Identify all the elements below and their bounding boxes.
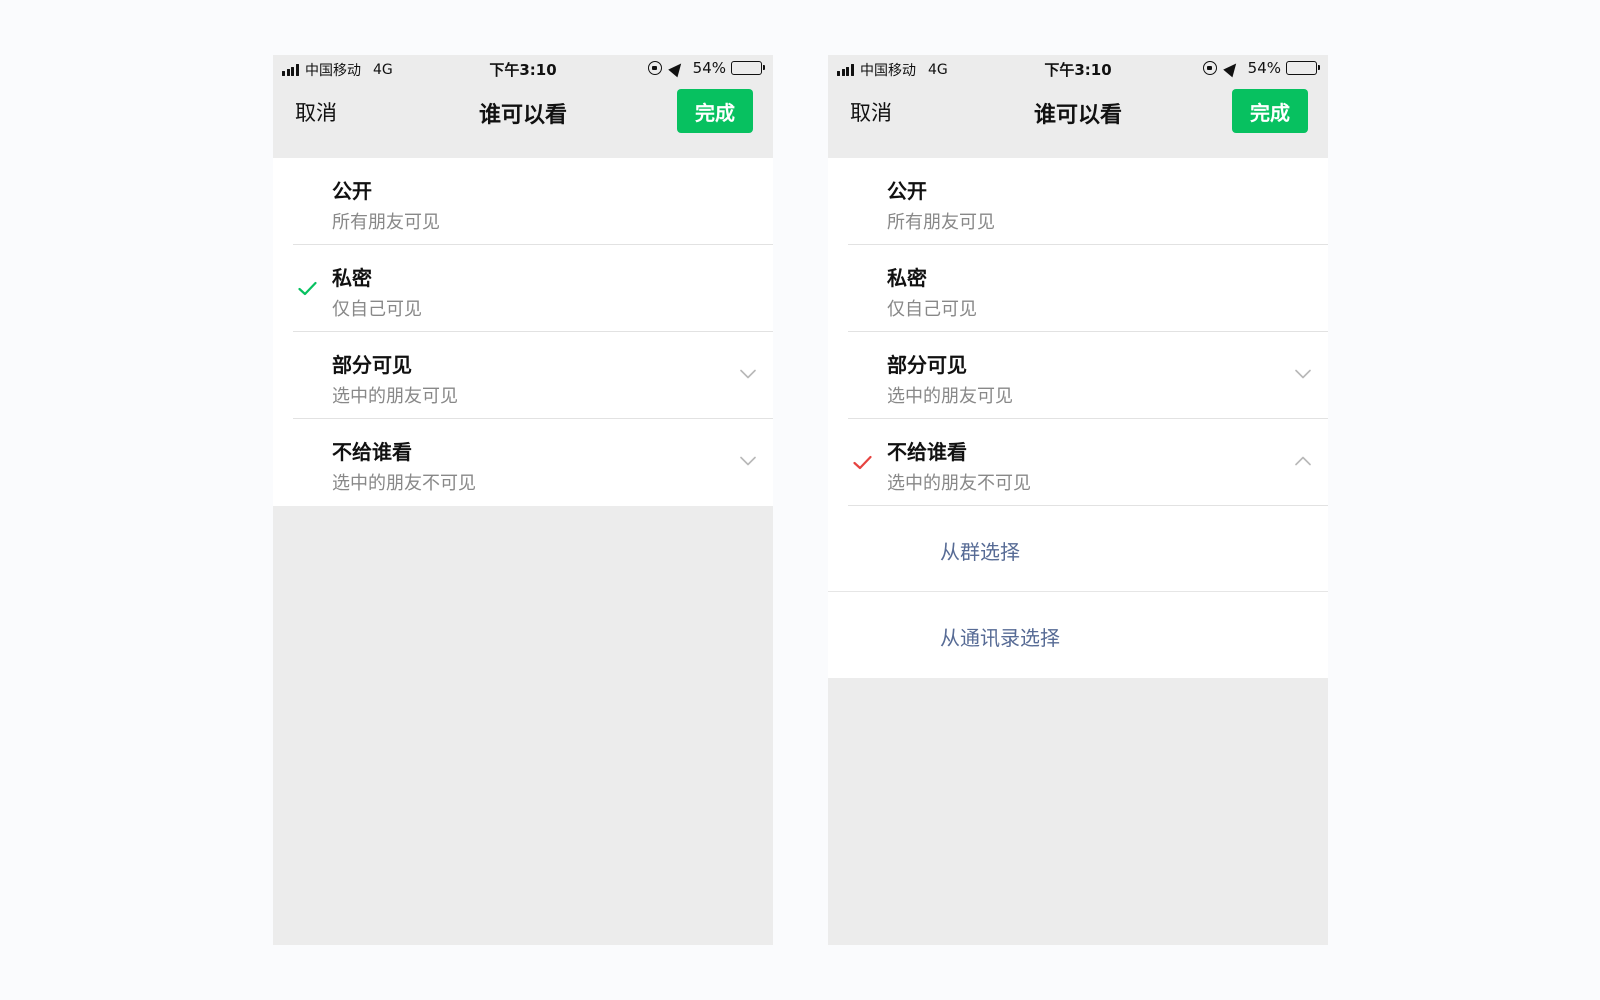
done-button[interactable]: 完成 <box>677 89 753 133</box>
check-icon <box>853 455 872 470</box>
status-right: 54% <box>647 59 765 77</box>
option-subtitle: 选中的朋友不可见 <box>332 473 476 494</box>
option-title: 不给谁看 <box>887 440 967 464</box>
option-subtitle: 仅自己可见 <box>332 299 422 320</box>
nav-bar: 取消 谁可以看 完成 <box>828 83 1328 155</box>
option-public[interactable]: 公开 所有朋友可见 <box>828 158 1328 245</box>
option-partial-visible[interactable]: 部分可见 选中的朋友可见 <box>828 332 1328 419</box>
option-title: 私密 <box>332 266 372 290</box>
location-arrow-icon <box>1222 59 1241 77</box>
hide-from-sub-options: 从群选择 从通讯录选择 <box>828 506 1328 678</box>
option-title: 公开 <box>887 179 927 203</box>
phone-screen-right: 中国移动 4G 下午3:10 54% 取消 谁可以看 完成 公开 所有朋友可见 … <box>828 55 1328 945</box>
option-subtitle: 所有朋友可见 <box>887 212 995 233</box>
sub-option-label: 从通讯录选择 <box>940 626 1060 650</box>
chevron-up-icon[interactable] <box>1295 456 1311 466</box>
option-partial-visible[interactable]: 部分可见 选中的朋友可见 <box>273 332 773 419</box>
location-arrow-icon <box>667 59 686 77</box>
chevron-down-icon[interactable] <box>740 456 756 466</box>
sub-option-label: 从群选择 <box>940 540 1020 564</box>
option-subtitle: 所有朋友可见 <box>332 212 440 233</box>
chevron-down-icon[interactable] <box>1295 369 1311 379</box>
done-button[interactable]: 完成 <box>1232 89 1308 133</box>
option-subtitle: 选中的朋友不可见 <box>887 473 1031 494</box>
select-from-contacts-button[interactable]: 从通讯录选择 <box>828 592 1328 678</box>
battery-percent: 54% <box>692 59 726 77</box>
chevron-down-icon[interactable] <box>740 369 756 379</box>
option-title: 私密 <box>887 266 927 290</box>
visibility-options: 公开 所有朋友可见 私密 仅自己可见 部分可见 选中的朋友可见 不给谁看 选中的… <box>273 158 773 506</box>
option-public[interactable]: 公开 所有朋友可见 <box>273 158 773 245</box>
option-hide-from[interactable]: 不给谁看 选中的朋友不可见 <box>828 419 1328 506</box>
battery-icon <box>731 61 765 75</box>
option-subtitle: 仅自己可见 <box>887 299 977 320</box>
visibility-options: 公开 所有朋友可见 私密 仅自己可见 部分可见 选中的朋友可见 不给谁看 选中的… <box>828 158 1328 678</box>
option-title: 不给谁看 <box>332 440 412 464</box>
option-hide-from[interactable]: 不给谁看 选中的朋友不可见 <box>273 419 773 506</box>
select-from-group-button[interactable]: 从群选择 <box>828 506 1328 592</box>
option-title: 部分可见 <box>887 353 967 377</box>
phone-screen-left: 中国移动 4G 下午3:10 54% 取消 谁可以看 完成 公开 所有朋友可见 … <box>273 55 773 945</box>
status-right: 54% <box>1202 59 1320 77</box>
battery-icon <box>1286 61 1320 75</box>
option-subtitle: 选中的朋友可见 <box>332 386 458 407</box>
option-title: 公开 <box>332 179 372 203</box>
rotation-lock-icon <box>647 61 662 75</box>
option-subtitle: 选中的朋友可见 <box>887 386 1013 407</box>
rotation-lock-icon <box>1202 61 1217 75</box>
nav-bar: 取消 谁可以看 完成 <box>273 83 773 155</box>
status-bar: 中国移动 4G 下午3:10 54% <box>828 55 1328 83</box>
option-private[interactable]: 私密 仅自己可见 <box>273 245 773 332</box>
check-icon <box>298 281 317 296</box>
option-title: 部分可见 <box>332 353 412 377</box>
option-private[interactable]: 私密 仅自己可见 <box>828 245 1328 332</box>
battery-percent: 54% <box>1247 59 1281 77</box>
status-bar: 中国移动 4G 下午3:10 54% <box>273 55 773 83</box>
